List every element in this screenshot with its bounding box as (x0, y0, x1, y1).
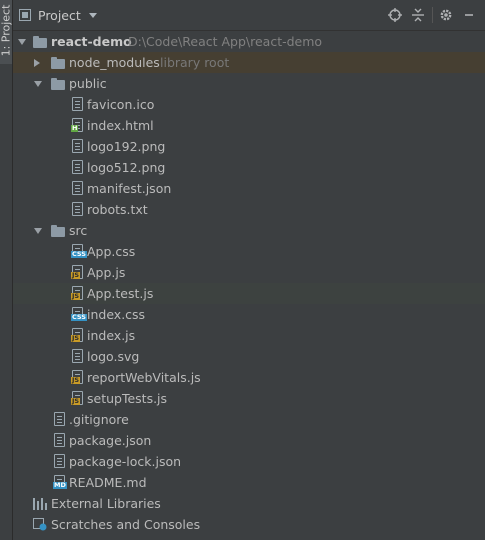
external-libraries-label: External Libraries (51, 496, 161, 511)
libraries-icon (33, 497, 47, 510)
expand-arrow-icon[interactable] (18, 39, 26, 45)
file-name: reportWebVitals.js (87, 370, 201, 385)
tree-row-robots[interactable]: robots.txt (13, 199, 485, 220)
js-test-file-icon: JS (71, 286, 83, 300)
tree-row-logo512[interactable]: logo512.png (13, 157, 485, 178)
file-name: index.css (87, 307, 146, 322)
tree-row-index-html[interactable]: H index.html (13, 115, 485, 136)
tree-row-scratches[interactable]: Scratches and Consoles (13, 514, 485, 535)
tree-row-public[interactable]: public (13, 73, 485, 94)
tree-row-report-web-vitals[interactable]: JS reportWebVitals.js (13, 367, 485, 388)
json-file-icon (54, 433, 65, 447)
root-folder-name: react-demo (51, 34, 132, 49)
tree-row-package-lock[interactable]: package-lock.json (13, 451, 485, 472)
locate-file-button[interactable] (385, 5, 405, 25)
js-file-icon: JS (71, 370, 83, 384)
folder-icon (51, 55, 65, 70)
file-name: setupTests.js (87, 391, 168, 406)
view-selector[interactable]: Project (19, 8, 97, 23)
collapse-all-button[interactable] (408, 5, 428, 25)
panel-toolbar (382, 5, 479, 25)
tree-row-index-js[interactable]: JS index.js (13, 325, 485, 346)
file-name: robots.txt (87, 202, 148, 217)
tree-row-app-css[interactable]: CSS App.css (13, 241, 485, 262)
image-file-icon (72, 97, 83, 111)
project-tool-tab-label: 1: Project (0, 4, 13, 57)
file-name: App.js (87, 265, 126, 280)
tree-row-gitignore[interactable]: .gitignore (13, 409, 485, 430)
folder-icon (51, 76, 65, 91)
root-folder-path: D:\Code\React App\react-demo (128, 34, 323, 49)
tree-row-readme[interactable]: MD README.md (13, 472, 485, 493)
file-name: favicon.ico (87, 97, 155, 112)
js-file-icon: JS (71, 328, 83, 342)
file-name: .gitignore (69, 412, 129, 427)
hide-panel-button[interactable] (459, 5, 479, 25)
folder-icon (51, 223, 65, 238)
chevron-down-icon (88, 12, 97, 18)
file-name: logo512.png (87, 160, 166, 175)
panel-header: Project (13, 0, 485, 31)
tree-row-package-json[interactable]: package.json (13, 430, 485, 451)
tree-row-external-libraries[interactable]: External Libraries (13, 493, 485, 514)
tree-row-root[interactable]: react-demo D:\Code\React App\react-demo (13, 31, 485, 52)
expand-arrow-icon[interactable] (34, 81, 42, 87)
image-file-icon (72, 160, 83, 174)
panel-title: Project (38, 7, 81, 23)
tree-row-setup-tests[interactable]: JS setupTests.js (13, 388, 485, 409)
project-panel: Project react-demo D:\Code\React App\rea… (13, 0, 485, 540)
css-file-icon: CSS (71, 307, 87, 321)
collapse-all-icon (412, 8, 424, 22)
file-name: App.css (87, 244, 136, 259)
tree-row-favicon[interactable]: favicon.ico (13, 94, 485, 115)
folder-icon (33, 34, 47, 49)
js-file-icon: JS (71, 265, 83, 279)
crosshair-icon (388, 8, 402, 22)
js-file-icon: JS (71, 391, 83, 405)
scratches-label: Scratches and Consoles (51, 517, 201, 532)
tree-row-index-css[interactable]: CSS index.css (13, 304, 485, 325)
tree-row-logo-svg[interactable]: logo.svg (13, 346, 485, 367)
json-file-icon (72, 181, 83, 195)
tree-row-src[interactable]: src (13, 220, 485, 241)
markdown-file-icon: MD (53, 475, 67, 489)
public-folder-name: public (69, 76, 107, 91)
tool-window-strip: 1: Project (0, 0, 13, 540)
file-name: package-lock.json (69, 454, 182, 469)
file-name: package.json (69, 433, 152, 448)
tree-row-logo192[interactable]: logo192.png (13, 136, 485, 157)
file-name: logo192.png (87, 139, 166, 154)
gear-icon (440, 9, 452, 21)
text-file-icon (72, 202, 83, 216)
library-root-note: library root (160, 55, 230, 70)
node-modules-name: node_modules (69, 55, 160, 70)
file-name: index.html (87, 118, 154, 133)
tree-row-node-modules[interactable]: node_modules library root (13, 52, 485, 73)
project-view-icon (19, 9, 31, 21)
css-file-icon: CSS (71, 244, 87, 258)
minimize-icon (465, 14, 473, 16)
image-file-icon (72, 139, 83, 153)
src-folder-name: src (69, 223, 88, 238)
file-name: README.md (69, 475, 147, 490)
tree-row-manifest[interactable]: manifest.json (13, 178, 485, 199)
json-file-icon (54, 454, 65, 468)
file-name: App.test.js (87, 286, 154, 301)
project-tree: react-demo D:\Code\React App\react-demo … (13, 31, 485, 535)
settings-button[interactable] (436, 5, 456, 25)
project-tool-tab[interactable]: 1: Project (0, 0, 13, 64)
expand-arrow-icon[interactable] (34, 228, 42, 234)
collapsed-arrow-icon[interactable] (34, 59, 40, 67)
file-name: index.js (87, 328, 136, 343)
file-name: manifest.json (87, 181, 172, 196)
tree-row-app-test-js[interactable]: JS App.test.js (13, 283, 485, 304)
toolbar-separator (432, 7, 433, 23)
html-file-icon: H (71, 118, 83, 132)
svg-file-icon (72, 349, 83, 363)
scratches-icon (33, 518, 47, 531)
file-name: logo.svg (87, 349, 140, 364)
gitignore-file-icon (54, 412, 65, 426)
tree-row-app-js[interactable]: JS App.js (13, 262, 485, 283)
